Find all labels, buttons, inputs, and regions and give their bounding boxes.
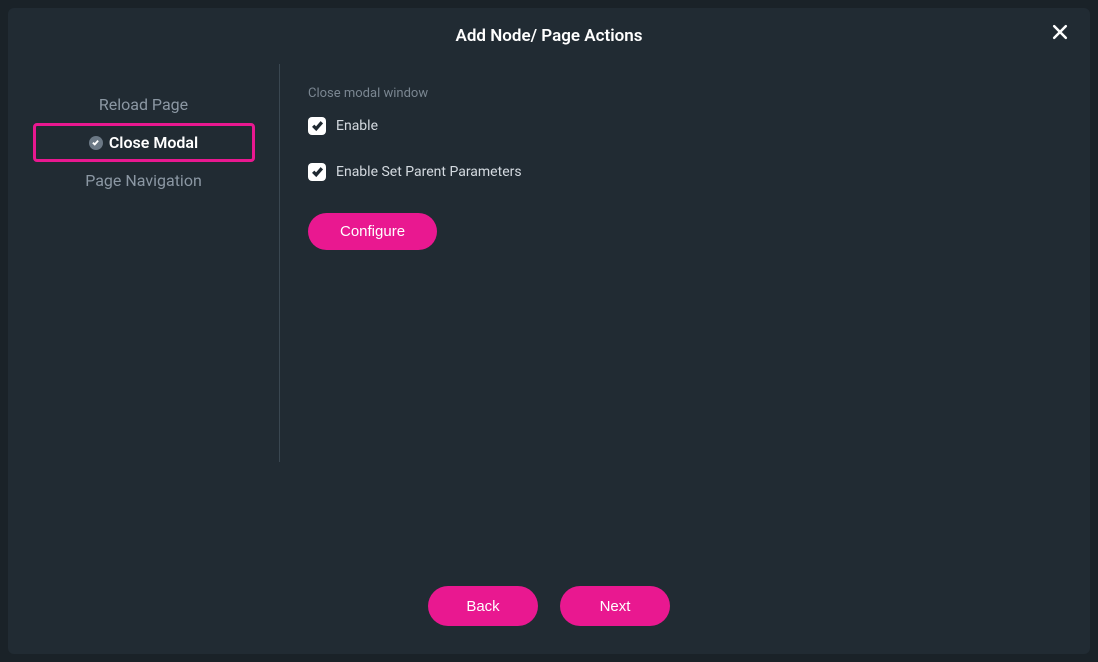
checkmark-icon [311,163,324,182]
checkbox-label: Enable Set Parent Parameters [336,164,522,180]
sidebar-item-close-modal[interactable]: Close Modal [33,123,255,162]
modal-header: Add Node/ Page Actions [8,8,1090,64]
modal: Add Node/ Page Actions Reload Page Close… [8,8,1090,654]
sidebar: Reload Page Close Modal Page Navigation [8,64,280,462]
sidebar-item-label: Page Navigation [85,171,202,190]
back-button[interactable]: Back [428,586,538,626]
sidebar-item-label: Close Modal [109,133,198,152]
close-icon [1050,22,1070,46]
section-label: Close modal window [308,86,1062,101]
modal-body: Reload Page Close Modal Page Navigation … [8,64,1090,562]
modal-title: Add Node/ Page Actions [456,26,643,46]
sidebar-item-reload-page[interactable]: Reload Page [33,86,255,123]
checkbox-row-enable-parent-params: Enable Set Parent Parameters [308,163,1062,181]
checkbox-enable[interactable] [308,117,326,135]
modal-overlay: Add Node/ Page Actions Reload Page Close… [0,0,1098,662]
sidebar-item-label: Reload Page [99,95,188,114]
sidebar-item-page-navigation[interactable]: Page Navigation [33,162,255,199]
checkbox-enable-parent-params[interactable] [308,163,326,181]
checkmark-icon [311,117,324,136]
check-circle-icon [89,136,103,150]
configure-button[interactable]: Configure [308,213,437,250]
content-panel: Close modal window Enable [280,64,1090,562]
next-button[interactable]: Next [560,586,670,626]
checkbox-label: Enable [336,118,378,134]
modal-footer: Back Next [8,562,1090,654]
close-button[interactable] [1048,22,1072,46]
checkbox-row-enable: Enable [308,117,1062,135]
